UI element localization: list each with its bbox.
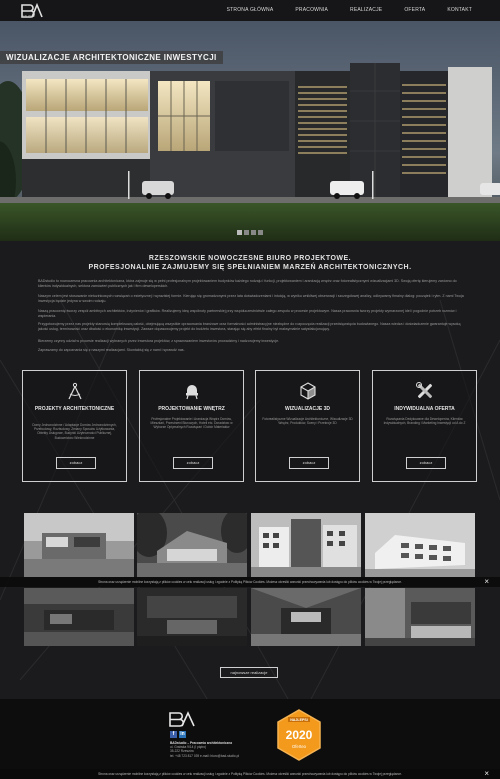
see-more-button[interactable]: zobacz (173, 457, 213, 469)
cookie-banner: Strona oraz urządzenie mobilne korzystaj… (0, 577, 500, 587)
badge-label: NAJLEPSI (290, 718, 308, 722)
badge-brand: Oferteo (292, 744, 307, 749)
nav-item-studio[interactable]: PRACOWNIA (295, 7, 328, 13)
close-icon[interactable]: × (484, 577, 489, 587)
service-title: PROJEKTOWANIE WNĘTRZ (158, 406, 225, 412)
nav-item-contact[interactable]: KONTAKT (447, 7, 472, 13)
background-lines (0, 300, 500, 720)
bad-studio-logo[interactable] (168, 710, 200, 729)
see-more-button[interactable]: zobacz (406, 457, 446, 469)
slider-pagination (237, 230, 263, 235)
compass-icon (68, 382, 82, 400)
gallery-thumb-project[interactable] (24, 513, 134, 577)
intro-headline-line-1: RZESZOWSKIE NOWOCZESNE BIURO PROJEKTOWE. (148, 255, 352, 262)
linkedin-icon[interactable]: in (179, 731, 186, 738)
gallery-thumb-project[interactable] (365, 513, 475, 577)
intro-paragraph: Przygotowujemy przez nas projekty stanow… (38, 322, 461, 331)
gallery-thumb-project[interactable] (137, 513, 247, 577)
intro-headline-line-2: PROFESJONALNIE ZAJMUJEMY SIĘ SPEŁNIANIEM… (88, 264, 412, 271)
nav-item-home[interactable]: STRONA GŁÓWNA (227, 7, 274, 13)
service-title: INDYWIDUALNA OFERTA (394, 406, 455, 412)
facebook-icon[interactable]: f (170, 731, 177, 738)
service-card-interiors[interactable]: PROJEKTOWANIE WNĘTRZ Profesjonalne Proje… (139, 370, 244, 482)
latest-projects-button[interactable]: najnowsze realizacje (220, 667, 278, 678)
nav-item-projects[interactable]: REALIZACJE (350, 7, 382, 13)
tools-icon (416, 382, 433, 399)
slider-dot[interactable] (237, 230, 242, 235)
slider-dot[interactable] (258, 230, 263, 235)
see-more-button[interactable]: zobacz (289, 457, 329, 469)
badge-year: 2020 (286, 728, 313, 742)
main-nav: STRONA GŁÓWNA PRACOWNIA REALIZACJE OFERT… (227, 7, 472, 13)
page: STUDIO STRONA GŁÓWNA PRACOWNIA REALIZACJ… (0, 0, 500, 779)
gallery-thumb-project[interactable] (365, 588, 475, 646)
cookie-banner-text: Strona oraz urządzenie mobilne korzystaj… (98, 580, 402, 584)
intro-paragraph: Naszym celem jest stosowanie nietuzinkow… (38, 294, 464, 303)
service-description: Domy Jednorodzinne / Adaptacje Domów Jed… (32, 423, 117, 440)
slider-dot[interactable] (251, 230, 256, 235)
service-description: Fotorealistyczne Wizualizacje Architekto… (262, 417, 353, 426)
close-icon[interactable]: × (484, 769, 489, 779)
service-card-visualizations[interactable]: WIZUALIZACJE 3D Fotorealistyczne Wizuali… (255, 370, 360, 482)
service-description: Profesjonalne Projektowanie i Aranżacja … (150, 417, 233, 430)
gallery-thumb-project[interactable] (137, 588, 247, 646)
intro-paragraph: Naszą pracownię tworzy zespół ambitnych … (38, 309, 457, 318)
gallery-thumb-project[interactable] (251, 588, 361, 646)
oferteo-award-badge[interactable]: NAJLEPSI 2020 Oferteo (276, 709, 322, 761)
chair-icon (186, 385, 198, 400)
slider-dot[interactable] (244, 230, 249, 235)
service-card-architecture[interactable]: PROJEKTY ARCHITEKTONICZNE Domy Jednorodz… (22, 370, 127, 482)
service-description: Rozwiązania Dedykowane dla Deweloperów, … (383, 417, 466, 426)
service-card-custom-offer[interactable]: INDYWIDUALNA OFERTA Rozwiązania Dedykowa… (372, 370, 477, 482)
intro-paragraph: BADstudio to nowoczesna pracownia archit… (38, 279, 457, 288)
intro-paragraph: Zapraszamy do zapoznania się z naszymi r… (38, 348, 185, 352)
company-address: BADstudio – Pracownia architektoniczna u… (170, 741, 239, 758)
intro-paragraph: Bierzemy czynny udział w procesie realiz… (38, 339, 280, 343)
intro-headline: RZESZOWSKIE NOWOCZESNE BIURO PROJEKTOWE.… (0, 254, 500, 272)
service-title: PROJEKTY ARCHITEKTONICZNE (34, 406, 115, 412)
top-navigation-bar: STUDIO STRONA GŁÓWNA PRACOWNIA REALIZACJ… (0, 0, 500, 21)
contact-details[interactable]: tel. +48 723 817 039 e-mail: biuro@bad-s… (170, 754, 239, 758)
cookie-banner-text: Strona oraz urządzenie mobilne korzystaj… (98, 772, 402, 776)
logo-subtext: STUDIO (22, 14, 36, 18)
hero-title: WIZUALIZACJE ARCHITEKTONICZNE INWESTYCJI (0, 51, 223, 64)
gallery-thumb-project[interactable] (24, 588, 134, 646)
nav-item-offer[interactable]: OFERTA (404, 7, 425, 13)
service-title: WIZUALIZACJE 3D (285, 406, 330, 412)
see-more-button[interactable]: zobacz (56, 457, 96, 469)
gallery-thumb-project[interactable] (251, 513, 361, 577)
cookie-banner-bottom: Strona oraz urządzenie mobilne korzystaj… (0, 769, 500, 779)
hero-slider[interactable]: WIZUALIZACJE ARCHITEKTONICZNE INWESTYCJI (0, 21, 500, 241)
cube-icon (300, 382, 316, 400)
footer: f in BADstudio – Pracownia architektonic… (0, 699, 500, 779)
social-links: f in (170, 731, 186, 738)
